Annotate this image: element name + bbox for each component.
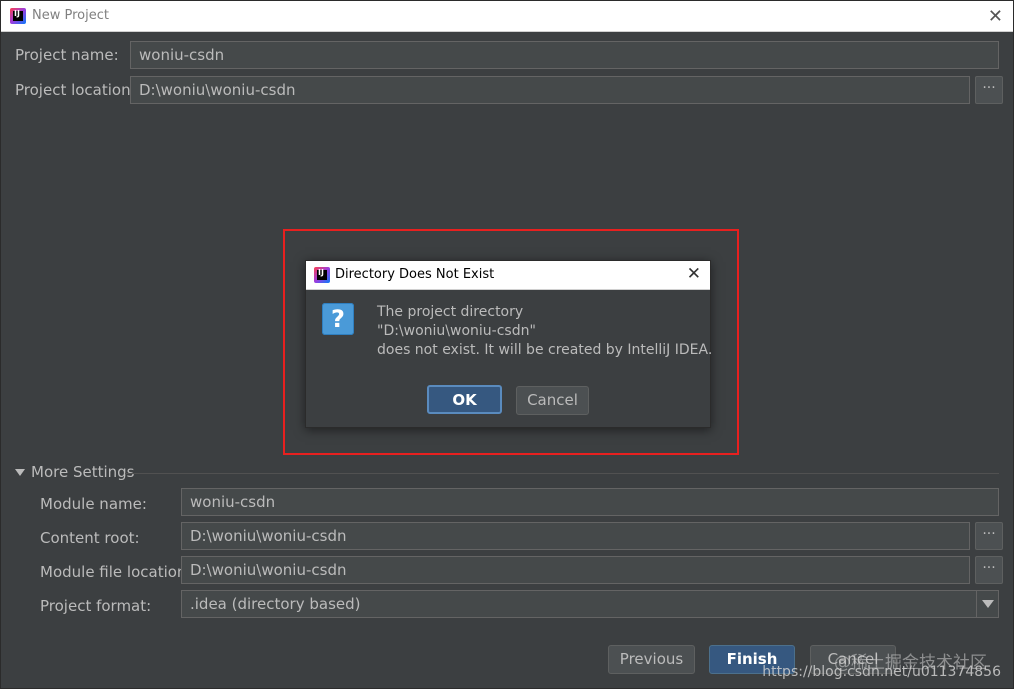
project-format-label: Project format: <box>40 597 152 615</box>
question-icon: ? <box>322 303 354 335</box>
intellij-logo-icon: IJ <box>314 267 330 283</box>
project-name-input[interactable]: woniu-csdn <box>130 41 999 69</box>
window-close-icon[interactable]: ✕ <box>988 6 1003 27</box>
content-root-browse-button[interactable]: ··· <box>975 522 1003 550</box>
content-root-input[interactable]: D:\woniu\woniu-csdn <box>181 522 970 550</box>
dialog-titlebar: IJ Directory Does Not Exist ✕ <box>306 261 710 290</box>
module-name-input[interactable]: woniu-csdn <box>181 488 999 516</box>
project-location-label: Project location: <box>15 81 136 99</box>
content-root-label: Content root: <box>40 529 140 547</box>
new-project-window: IJ New Project ✕ Project name: woniu-csd… <box>0 0 1014 689</box>
project-location-browse-button[interactable]: ··· <box>975 76 1003 104</box>
module-file-location-label: Module file location: <box>40 563 192 581</box>
dialog-ok-button[interactable]: OK <box>427 385 502 414</box>
dialog-cancel-button[interactable]: Cancel <box>516 386 589 415</box>
more-settings-header: More Settings <box>31 463 135 481</box>
window-title: New Project <box>32 8 109 23</box>
dialog-message-line-3: does not exist. It will be created by In… <box>377 342 713 358</box>
dialog-close-icon[interactable]: ✕ <box>687 264 701 284</box>
project-location-input[interactable]: D:\woniu\woniu-csdn <box>130 76 970 104</box>
window-titlebar: IJ New Project ✕ <box>1 1 1013 32</box>
project-format-select[interactable]: .idea (directory based) <box>181 590 977 618</box>
module-file-location-browse-button[interactable]: ··· <box>975 556 1003 584</box>
project-format-dropdown-button[interactable] <box>977 590 999 618</box>
collapse-triangle-icon <box>15 468 25 476</box>
previous-button[interactable]: Previous <box>608 645 695 674</box>
dialog-message-line-1: The project directory <box>377 304 524 320</box>
watermark-url: https://blog.csdn.net/u011374856 <box>762 664 1001 680</box>
module-file-location-input[interactable]: D:\woniu\woniu-csdn <box>181 556 970 584</box>
module-name-label: Module name: <box>40 495 147 513</box>
intellij-logo-icon: IJ <box>10 8 26 24</box>
more-settings-toggle[interactable]: More Settings <box>15 463 134 481</box>
more-settings-divider <box>125 473 999 474</box>
dialog-message-line-2: "D:\woniu\woniu-csdn" <box>377 323 536 339</box>
chevron-down-icon <box>981 600 994 608</box>
dialog-title: Directory Does Not Exist <box>335 267 495 282</box>
directory-not-exist-dialog: IJ Directory Does Not Exist ✕ ? The proj… <box>305 260 713 428</box>
project-name-label: Project name: <box>15 46 119 64</box>
